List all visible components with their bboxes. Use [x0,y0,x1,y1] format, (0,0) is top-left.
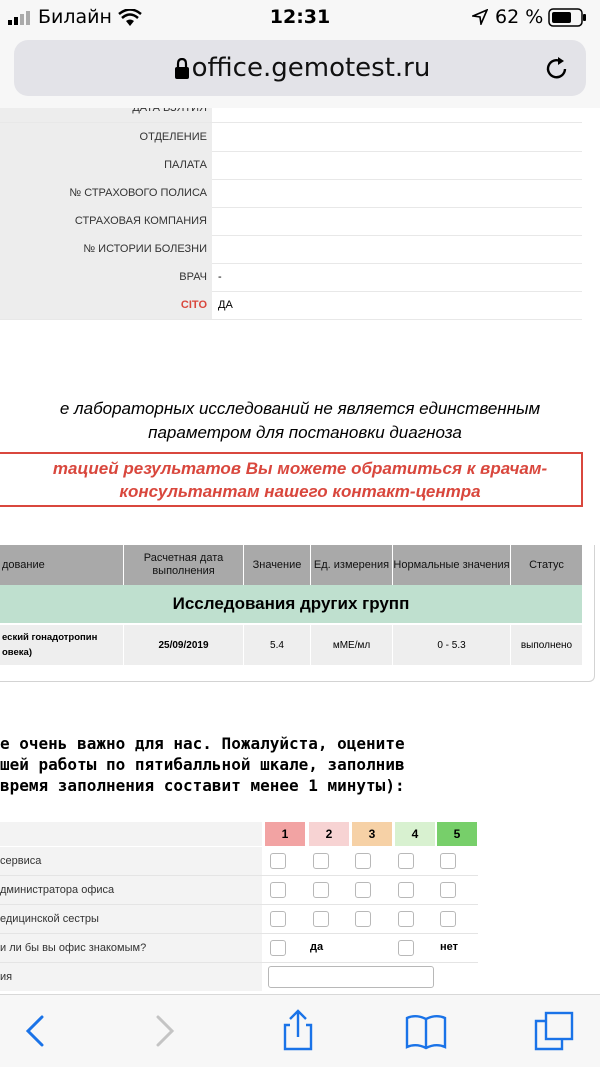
scale-1: 1 [265,822,305,846]
result-status: выполнено [511,625,582,665]
disclaimer-line-2: параметром для постановки диагноза [148,423,462,442]
status-bar: Билайн 12:31 62 % [0,0,600,36]
info-label: СТРАХОВАЯ КОМПАНИЯ [0,207,212,235]
cito-value: ДА [218,299,233,311]
test-name-line-2: овека) [2,647,33,658]
browser-header: office.gemotest.ru [0,36,600,108]
address-bar[interactable]: office.gemotest.ru [14,40,586,96]
comment-row: ия [0,963,478,991]
rating-checkbox[interactable] [313,911,329,927]
result-date: 25/09/2019 [124,625,244,665]
scale-3: 3 [352,822,392,846]
col-header-unit: Ед. измерения [311,545,393,585]
consult-line-2: консультантам нашего контакт-центра [119,482,481,501]
rating-checkbox[interactable] [313,882,329,898]
rating-heading-2: шей работы по пятибалльной шкале, заполн… [0,755,405,774]
info-value [212,179,582,207]
col-header-test: дование [0,545,124,585]
consult-line-1: тацией результатов Вы можете обратиться … [52,459,548,478]
rating-checkbox[interactable] [440,911,456,927]
question-label: сервиса [0,847,262,875]
share-icon[interactable] [276,1009,320,1053]
rating-row: сервиса [0,847,478,876]
recommend-yes-select[interactable] [270,940,286,956]
info-value: - [218,271,222,283]
col-header-date: Расчетная дата выполнения [124,545,244,585]
rating-checkbox[interactable] [355,853,371,869]
back-icon[interactable] [16,1009,60,1053]
rating-checkbox[interactable] [398,853,414,869]
url-text: office.gemotest.ru [191,53,431,83]
scale-2: 2 [309,822,349,846]
battery-icon [548,8,586,27]
info-row: № ИСТОРИИ БОЛЕЗНИ [0,235,582,264]
test-name-line-1: еский гонадотропин [2,632,98,643]
rating-row: едицинской сестры [0,905,478,934]
disclaimer-line-1: е лабораторных исследований не является … [59,399,541,418]
tabs-icon[interactable] [532,1009,576,1053]
rating-header-spacer [0,822,262,846]
info-label: № СТРАХОВОГО ПОЛИСА [0,179,212,207]
location-icon [472,9,488,25]
recommend-no-checkbox[interactable] [398,940,414,956]
col-header-value: Значение [244,545,311,585]
rating-checkbox[interactable] [355,882,371,898]
rating-heading-3: время заполнения составит менее 1 минуты… [0,776,405,795]
browser-toolbar [0,994,600,1067]
question-label: дминистратора офиса [0,876,262,904]
forward-icon[interactable] [140,1009,184,1053]
rating-heading-1: е очень важно для нас. Пожалуйста, оцени… [0,734,405,753]
reload-icon[interactable] [544,56,570,82]
patient-info-table: ДАТА ВЗЯТИЯ ОТДЕЛЕНИЕ ПАЛАТА № СТРАХОВОГ… [0,108,600,323]
info-label: ПАЛАТА [0,151,212,179]
info-value [212,207,582,235]
info-value [212,108,582,122]
info-value [212,123,582,151]
comment-label: ия [0,963,262,991]
rating-checkbox[interactable] [440,853,456,869]
recommend-row: и ли бы вы офис знакомым? да нет [0,934,478,963]
cito-label: CITO [0,291,212,319]
info-row: ВРАЧ - [0,263,582,292]
info-value [212,151,582,179]
recommend-no-label: нет [440,941,459,953]
rating-checkbox[interactable] [398,911,414,927]
info-row: ОТДЕЛЕНИЕ [0,123,582,152]
result-value: 5.4 [244,625,311,665]
info-row: СТРАХОВАЯ КОМПАНИЯ [0,207,582,236]
info-value [212,235,582,263]
battery-percent: 62 % [495,6,544,28]
result-unit: мМЕ/мл [311,625,393,665]
rating-checkbox[interactable] [270,853,286,869]
rating-checkbox[interactable] [313,853,329,869]
col-header-status: Статус [511,545,582,585]
result-norm: 0 - 5.3 [393,625,511,665]
info-row: № СТРАХОВОГО ПОЛИСА [0,179,582,208]
rating-checkbox[interactable] [270,911,286,927]
info-row: CITO ДА [0,291,582,320]
info-label: № ИСТОРИИ БОЛЕЗНИ [0,235,212,263]
scale-4: 4 [395,822,435,846]
rating-checkbox[interactable] [355,911,371,927]
scale-5: 5 [437,822,477,846]
group-title: Исследования других групп [0,585,582,623]
question-label: едицинской сестры [0,905,262,933]
comment-input[interactable] [268,966,434,988]
info-label: ДАТА ВЗЯТИЯ [0,108,212,122]
bookmarks-icon[interactable] [404,1009,448,1053]
result-test-name: еский гонадотропин овека) [0,625,124,665]
recommend-yes-label: да [310,941,324,953]
info-label: ОТДЕЛЕНИЕ [0,123,212,151]
rating-row: дминистратора офиса [0,876,478,905]
col-header-norm: Нормальные значения [393,545,511,585]
rating-checkbox[interactable] [270,882,286,898]
results-table: дование Расчетная дата выполнения Значен… [0,545,595,682]
info-row: ДАТА ВЗЯТИЯ [0,108,582,123]
info-label: ВРАЧ [0,263,212,291]
recommend-label: и ли бы вы офис знакомым? [0,934,262,962]
info-row: ПАЛАТА [0,151,582,180]
rating-checkbox[interactable] [440,882,456,898]
rating-checkbox[interactable] [398,882,414,898]
